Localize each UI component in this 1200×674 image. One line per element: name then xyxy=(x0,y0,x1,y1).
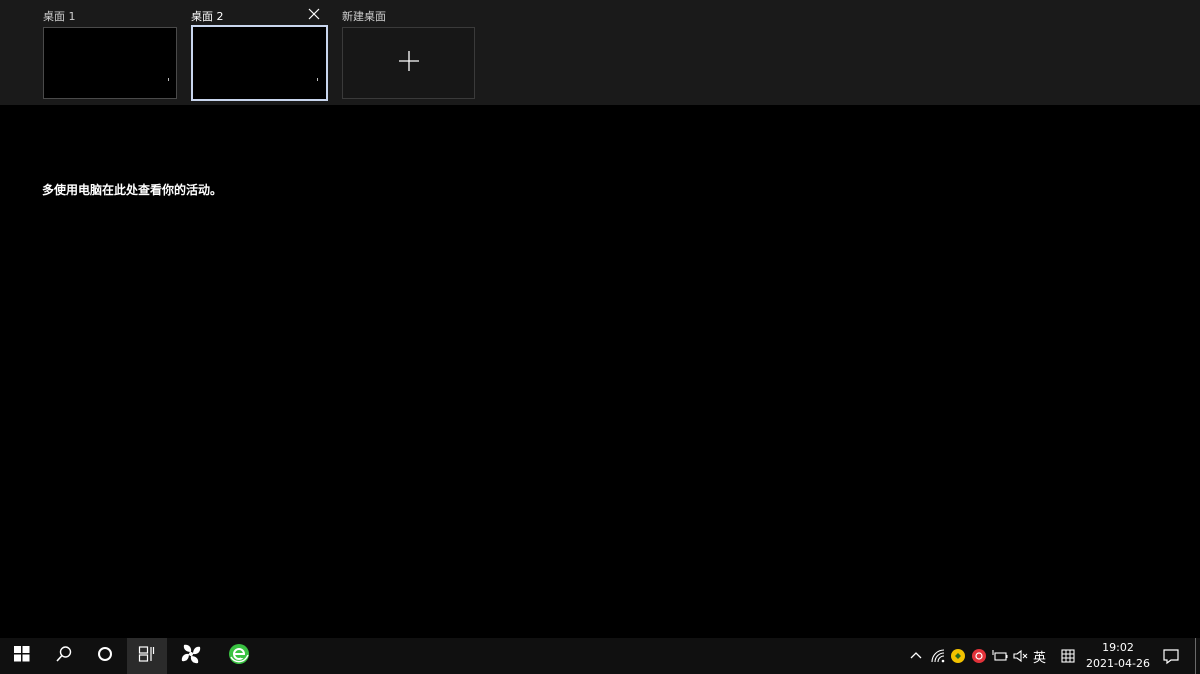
tray-app-red-icon[interactable] xyxy=(969,646,989,666)
close-desktop-icon[interactable] xyxy=(306,6,322,22)
notification-center-icon[interactable] xyxy=(1161,646,1181,666)
plus-icon xyxy=(397,49,421,77)
show-desktop-button[interactable] xyxy=(1195,638,1196,674)
screen: 桌面 1 桌面 2 新建桌面 多使用电脑在此处查看你的活动。 英 19:02 2… xyxy=(0,0,1200,674)
virtual-desktop-strip: 桌面 1 桌面 2 新建桌面 xyxy=(0,0,1200,105)
desktop-2-label: 桌面 2 xyxy=(191,10,224,23)
thumbnail-cursor xyxy=(317,78,318,81)
tray-app-yellow-icon[interactable] xyxy=(948,646,968,666)
desktop-1-thumbnail[interactable] xyxy=(43,27,177,99)
new-desktop-button[interactable] xyxy=(342,27,475,99)
volume-muted-icon[interactable] xyxy=(1011,646,1031,666)
new-desktop-label: 新建桌面 xyxy=(342,10,386,23)
thumbnail-cursor xyxy=(168,78,169,81)
search-icon xyxy=(55,645,73,667)
fan-app-icon xyxy=(180,643,202,669)
search-button[interactable] xyxy=(44,638,84,674)
start-button[interactable] xyxy=(2,638,42,674)
battery-icon[interactable] xyxy=(990,646,1010,666)
browser-button[interactable] xyxy=(219,638,259,674)
input-method-indicator[interactable]: 英 xyxy=(1033,647,1046,666)
cortana-icon xyxy=(97,646,113,666)
desktop-2-thumbnail[interactable] xyxy=(191,25,328,101)
desktop-1-label: 桌面 1 xyxy=(43,10,76,23)
clock-date: 2021-04-26 xyxy=(1086,657,1150,670)
clock-time: 19:02 xyxy=(1102,641,1134,654)
windows-logo-icon xyxy=(14,646,30,666)
wifi-icon[interactable] xyxy=(928,646,948,666)
task-view-icon xyxy=(138,645,156,667)
show-hidden-icons-icon[interactable] xyxy=(906,646,926,666)
ime-mode-icon[interactable] xyxy=(1058,646,1078,666)
clock[interactable]: 19:02 2021-04-26 xyxy=(1080,640,1156,672)
task-view-button[interactable] xyxy=(127,638,167,674)
activity-empty-message: 多使用电脑在此处查看你的活动。 xyxy=(42,183,223,197)
taskbar: 英 19:02 2021-04-26 xyxy=(0,638,1200,674)
fan-app-button[interactable] xyxy=(171,638,211,674)
browser-e-icon xyxy=(228,643,250,669)
cortana-button[interactable] xyxy=(85,638,125,674)
